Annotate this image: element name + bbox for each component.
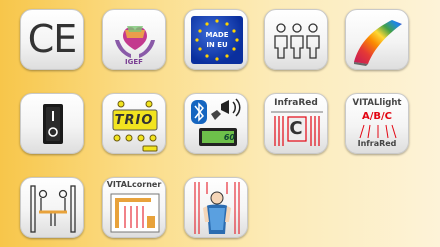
bluetooth-remote-tile[interactable]: 60 — [184, 93, 248, 154]
made-in-eu-line2: IN EU — [206, 41, 228, 49]
made-in-eu-tile[interactable]: MADE IN EU — [184, 9, 248, 70]
three-persons-tile[interactable] — [264, 9, 328, 70]
person-infrared-icon — [194, 182, 240, 234]
iger-logo-text: IGEF — [125, 58, 143, 66]
power-switch-icon — [43, 104, 63, 144]
vitallight-tile[interactable]: VITALlight A/B/C InfraRed — [345, 93, 409, 154]
power-switch-tile[interactable] — [20, 93, 84, 154]
made-in-eu-line1: MADE — [205, 31, 229, 39]
ce-mark-tile[interactable]: CE — [20, 9, 84, 70]
vitalcorner-tile[interactable]: VITALcorner — [102, 177, 166, 238]
bluetooth-display-value: 60 — [223, 133, 235, 142]
seated-persons-icon — [30, 185, 76, 233]
bluetooth-icon — [191, 98, 241, 146]
trio-display-text: TRIO — [114, 113, 154, 128]
eu-flag-icon: MADE IN EU — [191, 16, 243, 64]
spectrum-wave-icon — [354, 20, 402, 66]
trio-controller-tile[interactable]: TRIO — [102, 93, 166, 154]
seated-persons-tile[interactable] — [20, 177, 84, 238]
infrared-c-tile[interactable]: InfraRed C — [264, 93, 328, 154]
person-rays-tile[interactable] — [184, 177, 248, 238]
infrared-letter: C — [289, 118, 303, 139]
vitallight-infrared-label: InfraRed — [357, 139, 397, 148]
vitalcorner-floorplan-icon — [110, 193, 160, 233]
eu-stars-icon — [195, 19, 239, 61]
iger-certification-tile[interactable]: IGEF — [102, 9, 166, 70]
color-spectrum-tile[interactable] — [345, 9, 409, 70]
three-persons-icon — [274, 23, 320, 59]
ce-mark-text: CE — [27, 17, 78, 61]
